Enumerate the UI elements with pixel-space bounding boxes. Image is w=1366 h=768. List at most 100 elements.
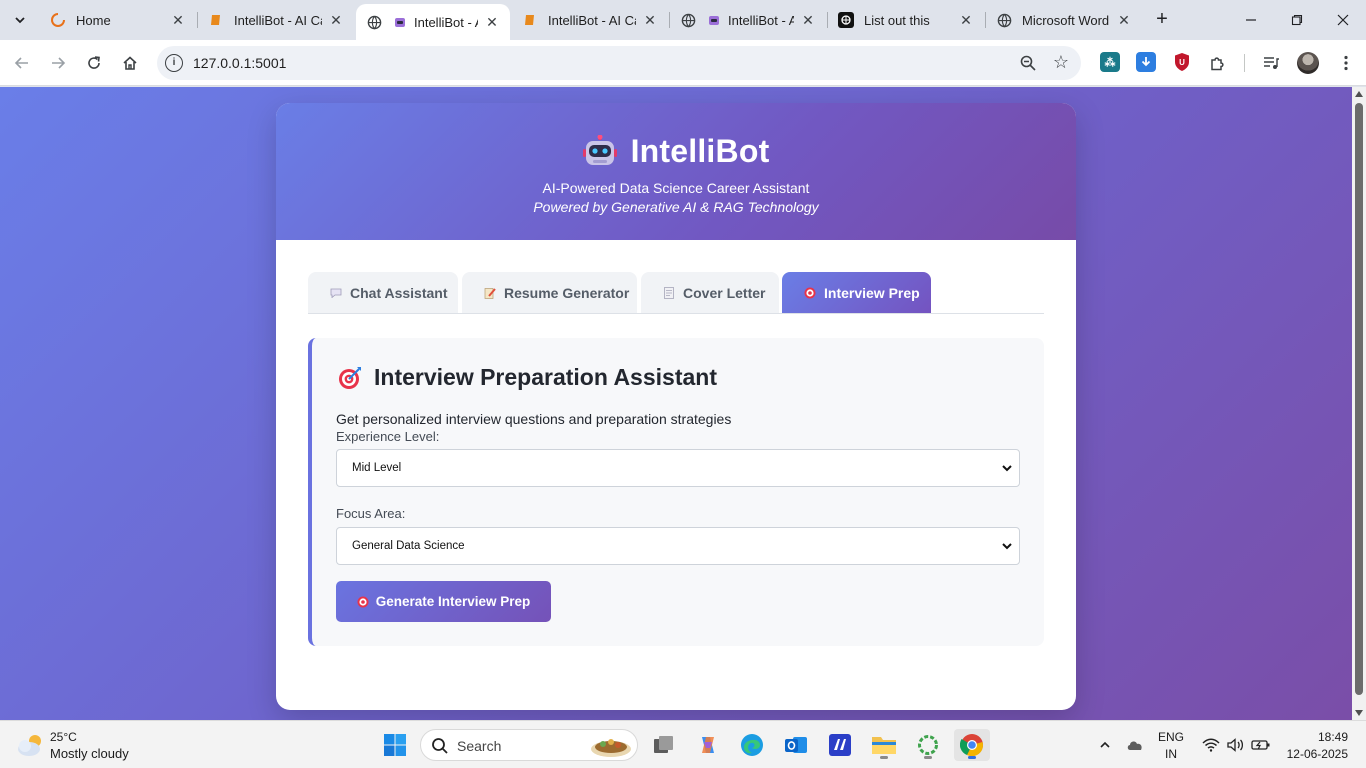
vscode-style-app-icon[interactable]: [824, 729, 856, 761]
browser-tab-intellibot-1[interactable]: IntelliBot - AI Ca ✕: [198, 4, 354, 36]
browser-toolbar: i 127.0.0.1:5001 ☆ ⁂ U: [0, 40, 1366, 86]
browser-tab-intellibot-4[interactable]: IntelliBot - A ✕: [670, 4, 826, 36]
volume-icon[interactable]: [1225, 734, 1247, 756]
windows-start-icon[interactable]: [379, 729, 411, 761]
media-controls-icon[interactable]: [1260, 52, 1282, 74]
generate-interview-prep-button[interactable]: Generate Interview Prep: [336, 581, 551, 622]
experience-level-value: Mid Level: [352, 462, 402, 474]
outlook-icon[interactable]: [780, 729, 812, 761]
bookmark-star-icon[interactable]: ☆: [1053, 52, 1069, 73]
chevron-down-icon: [1001, 462, 1013, 474]
browser-tab-strip: Home ✕ IntelliBot - AI Ca ✕ IntelliBot -…: [0, 0, 1366, 40]
reload-button[interactable]: [82, 51, 106, 75]
weather-condition: Mostly cloudy: [50, 746, 129, 761]
tab-label: Resume Generator: [504, 284, 630, 301]
weather-widget[interactable]: 25°C Mostly cloudy: [16, 730, 136, 762]
loading-spinner-icon: [50, 12, 66, 28]
home-button[interactable]: [118, 51, 142, 75]
close-icon[interactable]: ✕: [642, 12, 658, 29]
loading-app-icon[interactable]: [912, 729, 944, 761]
focus-area-label: Focus Area:: [336, 506, 406, 521]
extensions-puzzle-icon[interactable]: [1207, 52, 1229, 74]
clock[interactable]: 18:49 12-06-2025: [1287, 730, 1348, 761]
button-label: Generate Interview Prep: [375, 594, 531, 609]
app-subtitle: AI-Powered Data Science Career Assistant: [542, 180, 810, 196]
address-bar[interactable]: i 127.0.0.1:5001 ☆: [157, 46, 1081, 80]
download-extension-icon[interactable]: [1136, 52, 1156, 72]
tray-chevron-up-icon[interactable]: [1094, 734, 1116, 756]
back-button[interactable]: [10, 51, 34, 75]
profile-avatar[interactable]: [1297, 52, 1319, 74]
panel-description: Get personalized interview questions and…: [336, 411, 732, 427]
clock-date: 12-06-2025: [1286, 747, 1348, 761]
site-info-icon[interactable]: i: [165, 54, 183, 72]
globe-icon: [996, 12, 1012, 28]
weather-temp: 25°C: [50, 730, 77, 744]
search-label: Search: [457, 738, 502, 754]
wifi-icon[interactable]: [1200, 734, 1222, 756]
language-indicator[interactable]: ENG IN: [1158, 730, 1184, 761]
browser-tab-title: Home: [76, 12, 111, 28]
browser-tab-title: IntelliBot - AI Ca: [548, 12, 636, 28]
language-bottom: IN: [1165, 747, 1177, 761]
close-icon[interactable]: ✕: [800, 12, 816, 29]
browser-tab-list-out[interactable]: List out this ✕: [828, 4, 984, 36]
tab-interview-prep[interactable]: Interview Prep: [782, 272, 931, 313]
close-window-button[interactable]: [1320, 0, 1366, 40]
target-icon: [338, 366, 362, 390]
windows-taskbar: 25°C Mostly cloudy Search ENG IN 18:49 1…: [0, 720, 1366, 768]
close-icon[interactable]: ✕: [1116, 12, 1132, 29]
new-tab-button[interactable]: +: [1150, 8, 1174, 32]
file-explorer-icon[interactable]: [868, 729, 900, 761]
copilot-icon[interactable]: [692, 729, 724, 761]
browser-tab-title: Microsoft Word: [1022, 12, 1110, 28]
scroll-down-icon[interactable]: [1355, 710, 1363, 716]
battery-charging-icon[interactable]: [1250, 734, 1272, 756]
restore-button[interactable]: [1274, 0, 1320, 40]
speech-bubble-icon: [330, 287, 342, 299]
browser-tab-microsoft-word[interactable]: Microsoft Word ✕: [986, 4, 1142, 36]
openai-icon: [838, 12, 854, 28]
close-icon[interactable]: ✕: [484, 14, 500, 31]
task-view-icon[interactable]: [648, 729, 680, 761]
scrollbar-thumb[interactable]: [1355, 103, 1363, 695]
app-title: IntelliBot: [630, 133, 770, 169]
more-menu-icon[interactable]: [1335, 52, 1357, 74]
panel-heading: Interview Preparation Assistant: [374, 364, 717, 390]
scroll-up-icon[interactable]: [1355, 91, 1363, 97]
extension-grid-icon[interactable]: ⁂: [1100, 52, 1120, 72]
search-icon: [431, 737, 449, 755]
focus-area-select[interactable]: General Data Science: [336, 527, 1020, 565]
forward-button[interactable]: [46, 51, 70, 75]
browser-tab-intellibot-3[interactable]: IntelliBot - AI Ca ✕: [512, 4, 668, 36]
ublock-shield-icon[interactable]: U: [1172, 52, 1192, 72]
browser-tab-title: List out this: [864, 12, 930, 28]
tab-search-chevron-icon[interactable]: [8, 8, 32, 32]
minimize-button[interactable]: [1228, 0, 1274, 40]
globe-icon: [680, 12, 696, 28]
page-scrollbar[interactable]: [1352, 87, 1366, 720]
tab-chat-assistant[interactable]: Chat Assistant: [308, 272, 458, 313]
page-viewport: IntelliBot AI-Powered Data Science Caree…: [0, 87, 1352, 720]
url-text[interactable]: 127.0.0.1:5001: [193, 55, 286, 71]
app-tagline: Powered by Generative AI & RAG Technolog…: [533, 199, 819, 215]
zoom-icon[interactable]: [1019, 54, 1037, 72]
robot-icon: [392, 14, 408, 30]
close-icon[interactable]: ✕: [170, 12, 186, 29]
browser-tab-intellibot-active[interactable]: IntelliBot - A ✕: [356, 4, 510, 40]
close-icon[interactable]: ✕: [328, 12, 344, 29]
tab-label: Cover Letter: [683, 284, 766, 301]
chrome-icon[interactable]: [954, 729, 990, 761]
close-icon[interactable]: ✕: [958, 12, 974, 29]
onedrive-cloud-icon[interactable]: [1124, 734, 1146, 756]
browser-tab-home[interactable]: Home ✕: [40, 4, 196, 36]
globe-icon: [366, 14, 382, 30]
food-bowl-icon: [589, 732, 633, 765]
experience-level-select[interactable]: Mid Level: [336, 449, 1020, 487]
edge-browser-icon[interactable]: [736, 729, 768, 761]
tab-cover-letter[interactable]: Cover Letter: [641, 272, 779, 313]
tab-resume-generator[interactable]: Resume Generator: [462, 272, 637, 313]
clock-time: 18:49: [1317, 730, 1348, 744]
taskbar-search[interactable]: Search: [420, 729, 638, 761]
page-icon: [663, 286, 675, 299]
